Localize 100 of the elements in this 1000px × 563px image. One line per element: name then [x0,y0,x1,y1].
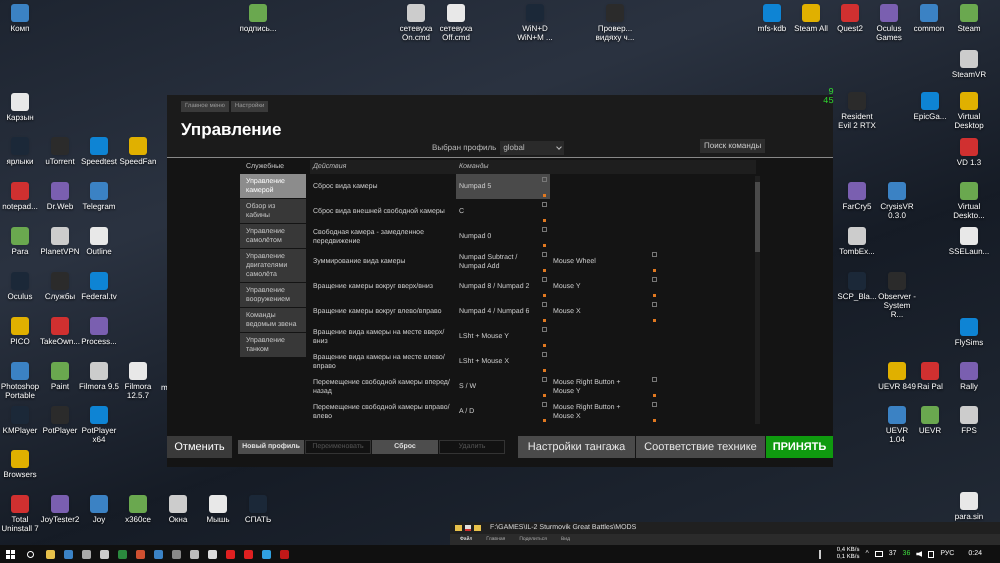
profile-dropdown[interactable]: global [500,141,564,155]
shortcut-icon[interactable] [960,227,978,245]
icon-label[interactable]: SteamVR [952,70,986,79]
checkbox-icon[interactable] [542,352,547,357]
icon-label[interactable]: Outline [86,247,112,256]
shortcut-icon[interactable] [169,495,187,513]
icon-label[interactable]: JoyTester2 [40,515,80,524]
icon-label[interactable]: Para [12,247,28,256]
shortcut-icon[interactable] [960,4,978,22]
icon-label[interactable]: Комп [10,24,30,33]
shortcut-icon[interactable] [921,406,939,424]
icon-label[interactable]: UEVR [918,426,942,435]
shortcut-icon[interactable] [129,362,147,380]
icon-label[interactable]: Virtual Deskto... [945,202,993,220]
icon-label[interactable]: Окна [168,515,188,524]
scrollbar-thumb[interactable] [755,182,760,252]
shortcut-icon[interactable] [51,362,69,380]
icon-label[interactable]: Virtual Desktop [945,112,993,130]
checkbox-icon[interactable] [542,202,547,207]
checkbox-icon[interactable] [652,252,657,257]
icon-label[interactable]: Resident Evil 2 RTX [837,112,877,130]
icon-label[interactable]: PICO [10,337,30,346]
icon-label[interactable]: TombEx... [839,247,875,256]
shortcut-icon[interactable] [11,317,29,335]
shortcut-icon[interactable] [90,227,108,245]
checkbox-icon[interactable] [542,377,547,382]
action-button[interactable]: Настройки тангажа [518,436,635,458]
icon-label[interactable]: Process... [81,337,117,346]
icon-label[interactable]: TakeOwn... [40,337,80,346]
shortcut-icon[interactable] [960,318,978,336]
icon-label[interactable]: Filmora 12.5.7 [118,382,158,400]
checkbox-icon[interactable] [652,377,657,382]
shortcut-icon[interactable] [960,362,978,380]
shortcut-icon[interactable] [129,495,147,513]
icon-label[interactable]: Steam All [794,24,828,33]
shortcut-icon[interactable] [11,495,29,513]
monitor-icon[interactable] [874,551,883,557]
icon-label[interactable]: FlySims [954,338,984,347]
icon-label[interactable]: Joy [92,515,106,524]
shortcut-icon[interactable] [447,4,465,22]
icon-label[interactable]: WiN+D WiN+M ... [511,24,559,42]
shortcut-icon[interactable] [407,4,425,22]
icon-label[interactable]: Steam [957,24,981,33]
icon-label[interactable]: Dr.Web [46,202,74,211]
shortcut-icon[interactable] [11,4,29,22]
icon-label[interactable]: Paint [50,382,70,391]
volume-icon[interactable] [916,551,922,557]
shortcut-icon[interactable] [802,4,820,22]
icon-label[interactable]: common [914,24,944,33]
cancel-button[interactable]: Отменить [167,436,232,458]
shortcut-icon[interactable] [841,4,859,22]
shortcut-icon[interactable] [90,272,108,290]
shortcut-icon[interactable] [90,317,108,335]
shortcut-icon[interactable] [11,450,29,468]
icon-label[interactable]: PlanetVPN [40,247,80,256]
icon-label[interactable]: Службы [44,292,76,301]
shortcut-icon[interactable] [960,406,978,424]
icon-label[interactable]: SSELaun... [948,247,990,256]
icon-label[interactable]: СПАТЬ [244,515,272,524]
icon-label[interactable]: подпись... [240,24,276,33]
shortcut-icon[interactable] [90,406,108,424]
icon-label[interactable]: mfs-kdb [758,24,786,33]
shortcut-icon[interactable] [920,4,938,22]
icon-label[interactable]: FarCry5 [842,202,872,211]
shortcut-icon[interactable] [51,227,69,245]
icon-label[interactable]: UEVR 1.04 [877,426,917,444]
shortcut-icon[interactable] [51,182,69,200]
checkbox-icon[interactable] [542,302,547,307]
icon-label[interactable]: Telegram [82,202,116,211]
icon-label[interactable]: VD 1.3 [956,158,982,167]
shortcut-icon[interactable] [90,182,108,200]
icon-label[interactable]: Rally [960,382,978,391]
icon-label[interactable]: Карзын [6,113,34,122]
checkbox-icon[interactable] [542,277,547,282]
checkbox-icon[interactable] [542,327,547,332]
shortcut-icon[interactable] [11,93,29,111]
shortcut-icon[interactable] [888,406,906,424]
shortcut-icon[interactable] [888,362,906,380]
icon-label[interactable]: Quest2 [837,24,863,33]
shortcut-icon[interactable] [11,362,29,380]
icon-label[interactable]: Oculus [8,292,32,301]
icon-label[interactable]: Oculus Games [865,24,913,42]
windows-start-icon[interactable] [6,550,15,558]
checkbox-icon[interactable] [652,277,657,282]
shortcut-icon[interactable] [880,4,898,22]
search-icon[interactable] [27,550,34,558]
icon-label[interactable]: KMPlayer [2,426,38,435]
icon-label[interactable]: x360ce [125,515,151,524]
shortcut-icon[interactable] [90,362,108,380]
checkbox-icon[interactable] [542,177,547,182]
checkbox-icon[interactable] [542,402,547,407]
shortcut-icon[interactable] [960,492,978,510]
icon-label[interactable]: EpicGa... [914,112,946,121]
checkbox-icon[interactable] [652,402,657,407]
icon-label[interactable]: CrysisVR 0.3.0 [877,202,917,220]
icon-label[interactable]: ярлыки [6,157,34,166]
action-button[interactable]: ПРИНЯТЬ [766,436,833,458]
search-button[interactable]: Поиск команды [700,139,766,153]
icon-label[interactable]: UEVR 849 [878,382,916,391]
shortcut-icon[interactable] [90,495,108,513]
